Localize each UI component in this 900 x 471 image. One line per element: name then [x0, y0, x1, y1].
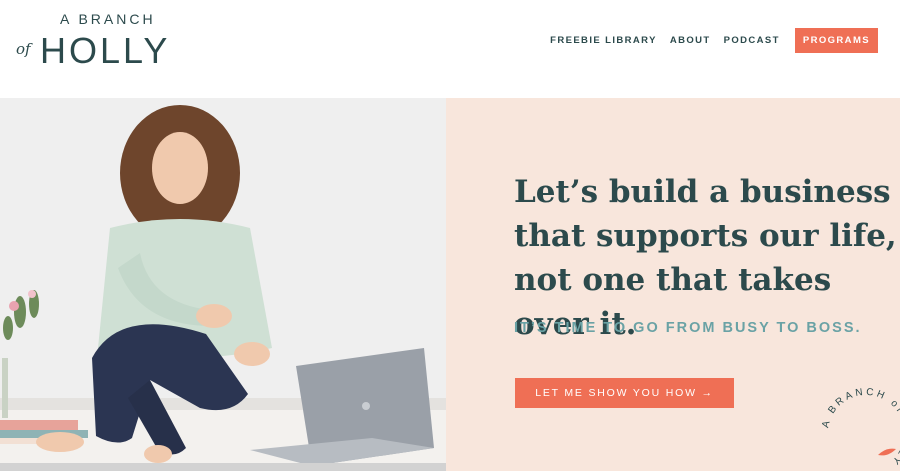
site-logo[interactable]: A BRANCH of HOLLY	[16, 10, 196, 71]
let-me-show-you-how-button[interactable]: LET ME SHOW YOU HOW →	[515, 378, 734, 408]
logo-of-text: of	[16, 40, 31, 58]
logo-top-text: A BRANCH	[60, 11, 156, 27]
hero-subhead: IT’S TIME TO GO FROM BUSY TO BOSS.	[514, 320, 862, 336]
nav-item-freebie-library[interactable]: FREEBIE LIBRARY	[550, 35, 657, 46]
nav-item-about[interactable]: ABOUT	[670, 35, 711, 46]
main-nav: FREEBIE LIBRARY ABOUT PODCAST PROGRAMS	[550, 28, 878, 53]
svg-text:A BRANCH of HOLLY: A BRANCH of HOLLY	[820, 387, 900, 469]
hero-section: Let’s build a business that supports our…	[0, 98, 900, 471]
hero-photo-illustration	[0, 98, 446, 471]
hero-photo	[0, 98, 446, 471]
site-header: A BRANCH of HOLLY FREEBIE LIBRARY ABOUT …	[0, 0, 900, 98]
hero-text-panel: Let’s build a business that supports our…	[446, 98, 900, 471]
brand-badge-icon: A BRANCH of HOLLY	[816, 383, 900, 471]
badge-text: A BRANCH of HOLLY	[820, 387, 900, 469]
programs-button[interactable]: PROGRAMS	[794, 28, 878, 53]
logo-main-text: HOLLY	[40, 30, 171, 71]
scroll-edge-bar	[0, 463, 446, 471]
nav-item-podcast[interactable]: PODCAST	[724, 35, 780, 46]
